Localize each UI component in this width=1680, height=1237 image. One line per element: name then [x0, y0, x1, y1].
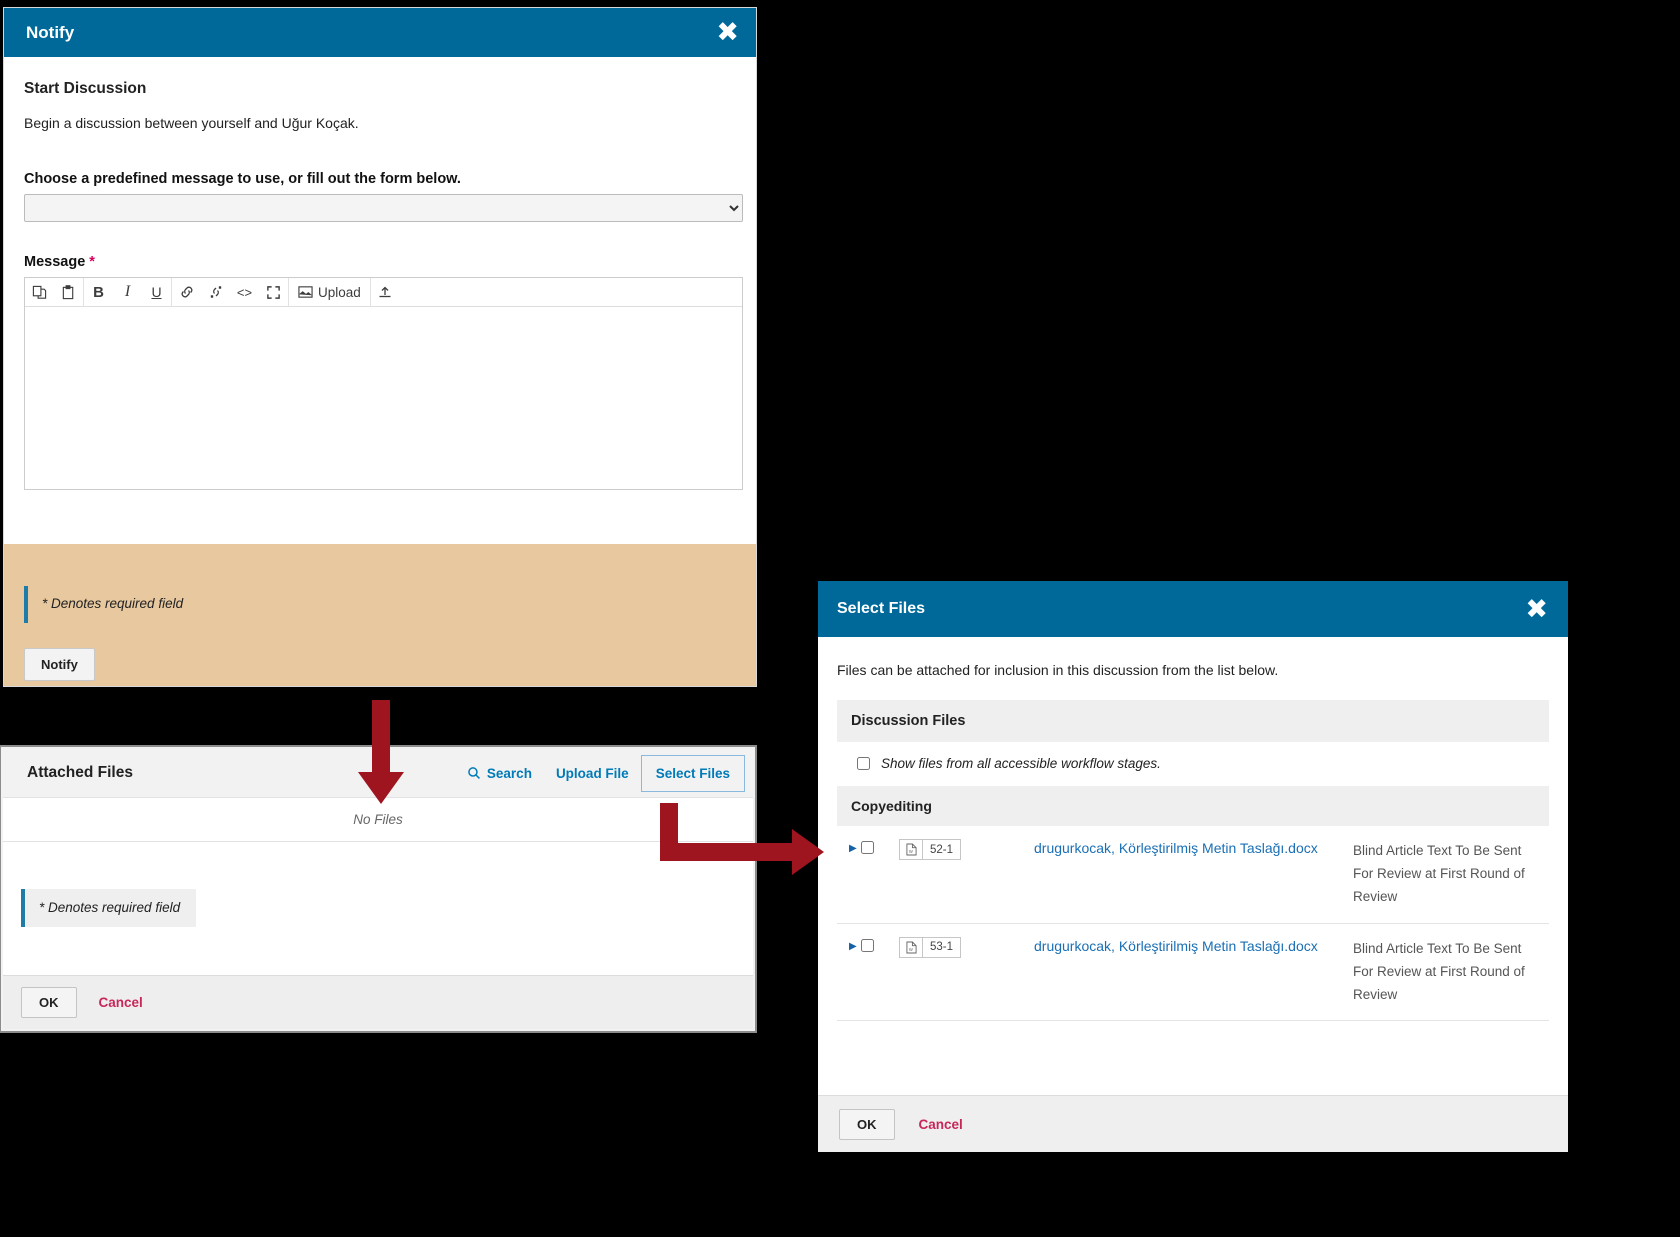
predefined-message-label: Choose a predefined message to use, or f…: [24, 171, 461, 187]
file-revision-badge: W 53-1: [899, 936, 962, 958]
select-files-header: Select Files ✖: [818, 581, 1568, 637]
image-upload-icon[interactable]: Upload: [289, 278, 370, 307]
italic-icon[interactable]: I: [113, 278, 142, 307]
expand-row-icon[interactable]: ▶: [837, 937, 861, 957]
upload-file-button[interactable]: Upload File: [544, 758, 641, 789]
image-upload-label: Upload: [318, 284, 361, 300]
required-asterisk: *: [89, 254, 95, 270]
file-revision-number: 52-1: [930, 843, 954, 856]
close-icon[interactable]: ✖: [1525, 596, 1548, 623]
file-revision-number: 53-1: [930, 941, 954, 954]
file-revision-badge: W 52-1: [899, 839, 962, 860]
attached-files-title: Attached Files: [27, 764, 133, 781]
attached-files-header: Attached Files Search Upload File Select…: [3, 749, 753, 798]
expand-row-icon[interactable]: ▶: [837, 839, 861, 859]
file-badge-cell: W 52-1: [899, 839, 1034, 860]
file-select-checkbox[interactable]: [861, 841, 874, 854]
attached-files-dialog: Attached Files Search Upload File Select…: [3, 749, 753, 1029]
select-files-dialog: Select Files ✖ Files can be attached for…: [818, 581, 1568, 1152]
close-icon[interactable]: ✖: [716, 19, 739, 46]
cancel-button[interactable]: Cancel: [99, 995, 143, 1010]
notify-dialog-header: Notify ✖: [4, 8, 756, 57]
cancel-button[interactable]: Cancel: [919, 1117, 963, 1132]
copy-icon[interactable]: [25, 278, 54, 307]
select-files-button[interactable]: Select Files: [640, 754, 745, 792]
word-document-icon: W: [900, 937, 923, 957]
file-name-link[interactable]: drugurkocak, Körleştirilmiş Metin Taslağ…: [1034, 839, 1353, 856]
show-all-stages-row[interactable]: Show files from all accessible workflow …: [837, 742, 1549, 786]
message-editor: B I U <> Upload: [24, 277, 743, 490]
select-files-description: Files can be attached for inclusion in t…: [837, 662, 1279, 678]
file-name-link[interactable]: drugurkocak, Körleştirilmiş Metin Taslağ…: [1034, 937, 1353, 954]
file-select-cell: [861, 937, 899, 957]
ok-button[interactable]: OK: [21, 987, 77, 1018]
file-badge-cell: W 53-1: [899, 936, 1034, 958]
insert-file-icon[interactable]: [371, 278, 400, 307]
notify-dialog-footer: * Denotes required field Notify: [4, 544, 756, 686]
predefined-message-select[interactable]: [24, 194, 743, 222]
message-label: Message *: [24, 254, 736, 270]
stage-header-copyediting: Copyediting: [837, 786, 1549, 826]
table-row[interactable]: ▶ W 52-1 drugurkocak, Körleştirilmiş Met…: [837, 826, 1549, 924]
select-files-title: Select Files: [837, 600, 926, 617]
attached-files-footer: OK Cancel: [3, 975, 753, 1029]
notify-dialog: Notify ✖ Start Discussion Begin a discus…: [4, 8, 756, 686]
notify-submit-button[interactable]: Notify: [24, 648, 95, 681]
code-icon[interactable]: <>: [230, 278, 259, 307]
show-all-stages-label: Show files from all accessible workflow …: [881, 756, 1161, 771]
paste-icon[interactable]: [54, 278, 83, 307]
notify-dialog-title: Notify: [26, 22, 75, 42]
editor-toolbar: B I U <> Upload: [25, 277, 742, 307]
unlink-icon[interactable]: [201, 278, 230, 307]
svg-text:W: W: [908, 947, 912, 952]
search-button[interactable]: Search: [455, 758, 544, 789]
table-row[interactable]: ▶ W 53-1 drugurkocak, Körleştirilmiş Met…: [837, 924, 1549, 1022]
word-document-icon: W: [900, 840, 923, 859]
file-metadata: Blind Article Text To Be Sent For Review…: [1353, 843, 1525, 905]
file-select-cell: [861, 839, 899, 859]
bold-icon[interactable]: B: [84, 278, 113, 307]
search-label: Search: [486, 765, 532, 781]
notify-dialog-body: Start Discussion Begin a discussion betw…: [4, 57, 756, 490]
show-all-stages-checkbox[interactable]: [857, 757, 870, 770]
message-textarea[interactable]: [25, 307, 742, 489]
file-select-checkbox[interactable]: [861, 938, 874, 952]
discussion-files-header: Discussion Files: [837, 700, 1549, 742]
screenshot-root: Notify ✖ Start Discussion Begin a discus…: [0, 0, 1680, 1237]
start-discussion-description: Begin a discussion between yourself and …: [24, 115, 359, 131]
required-field-note: * Denotes required field: [21, 889, 197, 927]
svg-text:W: W: [908, 849, 912, 854]
select-files-footer: OK Cancel: [818, 1095, 1568, 1152]
link-icon[interactable]: [172, 278, 201, 307]
message-label-text: Message: [24, 254, 86, 270]
attached-files-empty-state: No Files: [3, 798, 753, 842]
start-discussion-heading: Start Discussion: [24, 80, 147, 97]
select-files-body: Files can be attached for inclusion in t…: [818, 637, 1568, 1022]
required-field-note: * Denotes required field: [24, 586, 197, 623]
fullscreen-icon[interactable]: [259, 278, 288, 307]
underline-icon[interactable]: U: [142, 278, 171, 307]
ok-button[interactable]: OK: [839, 1108, 895, 1140]
search-icon: [468, 767, 480, 779]
file-metadata: Blind Article Text To Be Sent For Review…: [1353, 940, 1525, 1003]
